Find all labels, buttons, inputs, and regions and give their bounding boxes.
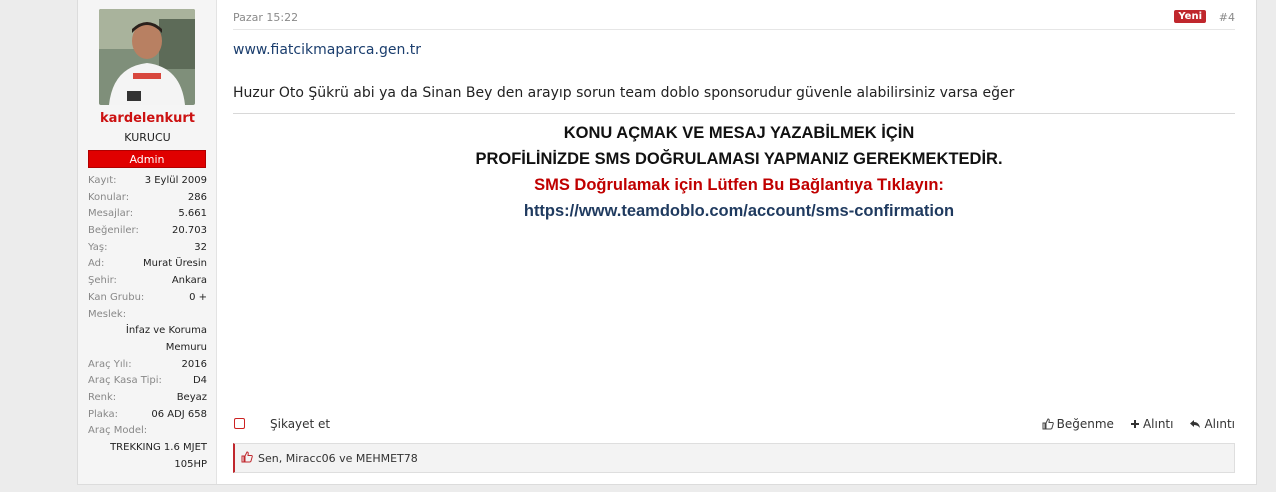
stat-model-line2: 105HP — [88, 457, 207, 474]
divider — [233, 29, 1235, 30]
post-timestamp[interactable]: Pazar 15:22 — [233, 11, 298, 24]
stat-model-line1: TREKKING 1.6 MJET — [88, 440, 207, 457]
thumbs-up-icon — [1042, 418, 1054, 430]
stat-label: Araç Model: — [88, 425, 148, 437]
stat-label: Plaka: — [88, 408, 119, 420]
avatar[interactable] — [99, 9, 195, 105]
select-checkbox[interactable] — [234, 418, 245, 429]
stat-label: Yaş: — [88, 241, 108, 253]
stat-value: TREKKING 1.6 MJET — [110, 442, 207, 453]
stat-value[interactable]: 5.661 — [178, 206, 207, 223]
stat-label: Renk: — [88, 391, 117, 403]
post-actions: Şikayet et Beğenme Alıntı Alıntı — [233, 417, 1235, 435]
stat-row-name: Ad: Murat Üresin — [88, 256, 207, 273]
sms-notice: KONU AÇMAK VE MESAJ YAZABİLMEK İÇİN PROF… — [233, 120, 1245, 224]
plus-icon — [1130, 419, 1140, 429]
notice-line-3: SMS Doğrulamak için Lütfen Bu Bağlantıya… — [534, 176, 944, 194]
stat-label: Ad: — [88, 258, 105, 270]
stat-value: Murat Üresin — [143, 258, 207, 270]
stat-label: Araç Kasa Tipi: — [88, 375, 162, 387]
post-link[interactable]: www.fiatcikmaparca.gen.tr — [233, 42, 421, 58]
new-badge: Yeni — [1174, 10, 1206, 23]
stat-row-job: Meslek: — [88, 307, 207, 324]
stat-label: Kan Grubu: — [88, 291, 145, 303]
stat-value: 0 + — [189, 291, 207, 303]
stat-row-messages: Mesajlar: 5.661 — [88, 206, 207, 223]
stat-value: 20.703 — [172, 225, 207, 237]
stat-value: Ankara — [171, 275, 207, 287]
stat-row-threads: Konular: 286 — [88, 190, 207, 207]
multiquote-button[interactable]: Alıntı — [1130, 417, 1174, 431]
post-container: kardelenkurt KURUCU Admin Kayıt: 3 Eylül … — [77, 0, 1257, 485]
stat-row-city: Şehir: Ankara — [88, 273, 207, 290]
user-title: KURUCU — [124, 131, 171, 144]
stat-label: Meslek: — [88, 308, 127, 320]
likes-text[interactable]: Sen, Miracc06 ve MEHMET78 — [258, 452, 418, 465]
like-label: Beğenme — [1056, 417, 1114, 431]
stat-row-color: Renk: Beyaz — [88, 390, 207, 407]
stat-value: 2016 — [181, 358, 207, 370]
stat-job-line2: Memuru — [88, 340, 207, 357]
username[interactable]: kardelenkurt — [78, 111, 217, 126]
stat-row-model: Araç Model: — [88, 423, 207, 440]
stat-row-age: Yaş: 32 — [88, 240, 207, 257]
stat-row-body-type: Araç Kasa Tipi: D4 — [88, 373, 207, 390]
stat-value[interactable]: 286 — [188, 190, 207, 207]
stat-value: Beyaz — [176, 391, 207, 403]
stat-value: İnfaz ve Koruma — [125, 325, 207, 337]
stat-value: 105HP — [174, 458, 207, 470]
stat-value: D4 — [192, 375, 207, 387]
post-permalink[interactable]: #4 — [1219, 11, 1235, 24]
reply-icon — [1189, 419, 1201, 429]
multiquote-label: Alıntı — [1142, 417, 1174, 431]
likes-summary: Sen, Miracc06 ve MEHMET78 — [233, 443, 1235, 473]
notice-line-2: PROFİLİNİZDE SMS DOĞRULAMASI YAPMANIZ GE… — [475, 150, 1003, 168]
stat-value: 32 — [194, 241, 207, 253]
user-sidebar: kardelenkurt KURUCU Admin Kayıt: 3 Eylül … — [78, 0, 217, 484]
stat-label: Araç Yılı: — [88, 358, 132, 370]
signature-divider — [233, 113, 1235, 114]
stat-job-line1: İnfaz ve Koruma — [88, 323, 207, 340]
stat-row-registered: Kayıt: 3 Eylül 2009 — [88, 173, 207, 190]
admin-badge: Admin — [88, 150, 206, 168]
reply-label: Alıntı — [1204, 417, 1235, 431]
thumbs-up-icon — [241, 450, 253, 466]
like-button[interactable]: Beğenme — [1042, 417, 1114, 431]
user-stats: Kayıt: 3 Eylül 2009 Konular: 286 Mesajlar:… — [88, 173, 207, 473]
stat-row-car-year: Araç Yılı: 2016 — [88, 357, 207, 374]
stat-value: 3 Eylül 2009 — [144, 175, 207, 186]
stat-value: 06 ADJ 658 — [151, 408, 207, 420]
reply-button[interactable]: Alıntı — [1189, 417, 1235, 431]
stat-label: Mesajlar: — [88, 208, 134, 220]
notice-line-1: KONU AÇMAK VE MESAJ YAZABİLMEK İÇİN — [563, 124, 915, 142]
right-actions: Beğenme Alıntı Alıntı — [1042, 417, 1235, 431]
stat-row-likes: Beğeniler: 20.703 — [88, 223, 207, 240]
stat-label: Beğeniler: — [88, 225, 139, 237]
post-content: Pazar 15:22 Yeni #4 www.fiatcikmaparca.g… — [233, 0, 1247, 484]
stat-label: Konular: — [88, 191, 130, 203]
sms-confirmation-link[interactable]: https://www.teamdoblo.com/account/sms-co… — [233, 198, 1245, 224]
report-button[interactable]: Şikayet et — [270, 417, 330, 431]
post-message: Huzur Oto Şükrü abi ya da Sinan Bey den … — [233, 85, 1015, 101]
stat-label: Kayıt: — [88, 175, 117, 186]
stat-label: Şehir: — [88, 275, 117, 287]
stat-value: Memuru — [165, 341, 207, 353]
stat-row-plate: Plaka: 06 ADJ 658 — [88, 407, 207, 424]
stat-row-blood: Kan Grubu: 0 + — [88, 290, 207, 307]
